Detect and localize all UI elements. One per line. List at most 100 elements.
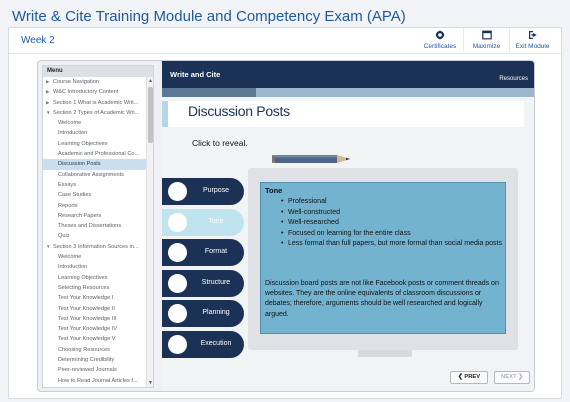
course-player: Menu ▶ Course Navigation ▶ W&C Introductory… (37, 60, 535, 392)
menu-scrollbar[interactable]: ▲ ▼ (146, 77, 153, 387)
certificate-icon (435, 30, 445, 40)
menu-item[interactable]: Theses and Dissertations (43, 221, 146, 231)
menu-item-label: W&C Introductory Content (53, 89, 119, 96)
slide-title-bar: Write and Cite Resources (162, 61, 534, 88)
resources-link[interactable]: Resources (499, 76, 528, 82)
menu-item[interactable]: Learning Objectives (43, 273, 146, 283)
panel-bullet: Focused on learning for the entire class (281, 229, 503, 240)
menu-item[interactable]: Test Your Knowledge IV (43, 324, 146, 334)
panel-bullet: Less formal than full papers, but more f… (281, 239, 503, 250)
menu-item[interactable]: Test Your Knowledge I (43, 293, 146, 303)
maximize-button[interactable]: Maximize (463, 28, 509, 52)
tab-circle-icon (168, 243, 187, 263)
menu-item-label: Quiz (58, 233, 70, 240)
scroll-down-arrow-icon[interactable]: ▼ (147, 379, 153, 387)
panel-bullet: Professional (281, 197, 503, 208)
menu-item[interactable]: Introduction (43, 128, 146, 138)
caret-right-icon[interactable]: ▶ (46, 98, 53, 108)
menu-item-label: Test Your Knowledge III (58, 315, 117, 322)
slide-progress-fill (162, 88, 256, 97)
menu-item[interactable]: Welcome (43, 118, 146, 128)
prev-button[interactable]: ❮ PREV (450, 371, 488, 384)
menu-item[interactable]: Welcome (43, 252, 146, 262)
menu-item[interactable]: ▶ Course Navigation (43, 77, 146, 87)
menu-item[interactable]: Learning Objectives (43, 139, 146, 149)
menu-item[interactable]: Peer-reviewed Journals (43, 365, 146, 375)
menu-item-label: Welcome (58, 254, 82, 261)
certificates-button[interactable]: Certificates (417, 28, 463, 52)
menu-item[interactable]: ▶ W&C Introductory Content (43, 87, 146, 97)
tab-structure[interactable]: Structure (162, 269, 244, 297)
menu-item[interactable]: ▼ Section 3 Information Sources in... (43, 242, 146, 252)
menu-item[interactable]: Academic and Professional Co... (43, 149, 146, 159)
tab-format[interactable]: Format (162, 239, 244, 267)
tab-execution[interactable]: Execution (162, 330, 244, 358)
slide-heading: Discussion Posts (188, 103, 290, 119)
menu-item[interactable]: ▼ Section 2 Types of Academic Wri... (43, 108, 146, 118)
panel-title: Tone (265, 186, 283, 195)
menu-item[interactable]: Reports (43, 201, 146, 211)
exit-icon (528, 31, 537, 39)
scroll-thumb[interactable] (148, 87, 153, 143)
tab-label: Structure (201, 278, 231, 286)
menu-item-label: Learning Objectives (58, 274, 108, 281)
instruction-text: Click to reveal. (192, 138, 248, 148)
menu-item-label: Section 2 Types of Academic Wri... (53, 109, 140, 116)
menu-item[interactable]: How to Read Journal Articles f... (43, 376, 146, 386)
menu-item[interactable]: Selecting Resources (43, 283, 146, 293)
menu-item-label: Collaborative Assignments (58, 171, 124, 178)
panel-bullet: Well-constructed (281, 208, 503, 219)
menu-item-label: Course Navigation (53, 79, 100, 85)
menu-item-label: How to Read Journal Articles f... (58, 377, 138, 384)
maximize-icon (481, 30, 492, 40)
tab-label: Format (204, 248, 228, 256)
menu-item-label: Test Your Knowledge I (58, 295, 114, 302)
slide-progress-bar (162, 88, 534, 97)
menu-item[interactable]: Introduction (43, 262, 146, 272)
menu-item-label: Introduction (58, 130, 88, 137)
tab-circle-icon (168, 304, 187, 324)
caret-right-icon[interactable]: ▶ (46, 87, 53, 97)
menu-item[interactable]: Test Your Knowledge II (43, 304, 146, 314)
menu-item[interactable]: Quiz (43, 231, 146, 241)
menu-panel: Menu ▶ Course Navigation ▶ W&C Introductory… (42, 65, 154, 388)
caret-down-icon[interactable]: ▼ (46, 242, 53, 252)
maximize-label: Maximize (472, 43, 501, 50)
tab-tone[interactable]: Tone (162, 208, 244, 236)
menu-item[interactable]: Case Studies (43, 190, 146, 200)
tab-label: Execution (200, 339, 232, 347)
menu-item[interactable]: Determining Credibility (43, 355, 146, 365)
menu-item[interactable]: Discussion Posts (43, 159, 146, 170)
tab-purpose[interactable]: Purpose (162, 178, 244, 205)
menu-item[interactable]: Choosing Resources (43, 345, 146, 355)
menu-item[interactable]: Collaborative Assignments (43, 170, 146, 180)
exit-module-button[interactable]: Exit Module (509, 28, 555, 52)
panel-bullet: Well-researched (281, 218, 503, 229)
panel-paragraph: Discussion board posts are not like Face… (265, 280, 499, 318)
tab-planning[interactable]: Planning (162, 300, 244, 328)
slide-content: Discussion Posts Click to reveal. Purpos… (162, 97, 534, 391)
menu-item[interactable]: Essays (43, 180, 146, 190)
menu-item-label: Introduction (58, 264, 88, 271)
menu-item[interactable]: ▶ Section 1 What is Academic Writ... (43, 98, 146, 108)
menu-item[interactable]: Research Papers (43, 211, 146, 221)
scroll-up-arrow-icon[interactable]: ▲ (147, 77, 153, 85)
menu-list: ▶ Course Navigation ▶ W&C Introductory Cont… (43, 77, 146, 386)
reveal-tabs: Purpose Tone Format Structure Planning Execut… (162, 178, 244, 362)
caret-down-icon[interactable]: ▼ (46, 108, 53, 118)
menu-item[interactable]: Test Your Knowledge V (43, 334, 146, 344)
menu-item-label: Test Your Knowledge IV (58, 326, 118, 333)
menu-item-label: Test Your Knowledge II (58, 305, 115, 312)
menu-item-label: Test Your Knowledge V (58, 336, 116, 343)
menu-item-label: Peer-reviewed Journals (58, 367, 117, 374)
menu-item[interactable]: Test Your Knowledge III (43, 314, 146, 324)
menu-item-label: Case Studies (58, 192, 92, 199)
caret-right-icon[interactable]: ▶ (46, 77, 53, 87)
exit-module-label: Exit Module (515, 43, 550, 50)
next-button[interactable]: NEXT ❯ (494, 371, 530, 384)
menu-item-label: Section 3 Information Sources in... (53, 243, 139, 250)
menu-item-label: Discussion Posts (58, 161, 101, 168)
tab-circle-icon (168, 334, 187, 354)
menu-item-label: Selecting Resources (58, 284, 110, 291)
menu-item-label: Reports (58, 202, 78, 209)
